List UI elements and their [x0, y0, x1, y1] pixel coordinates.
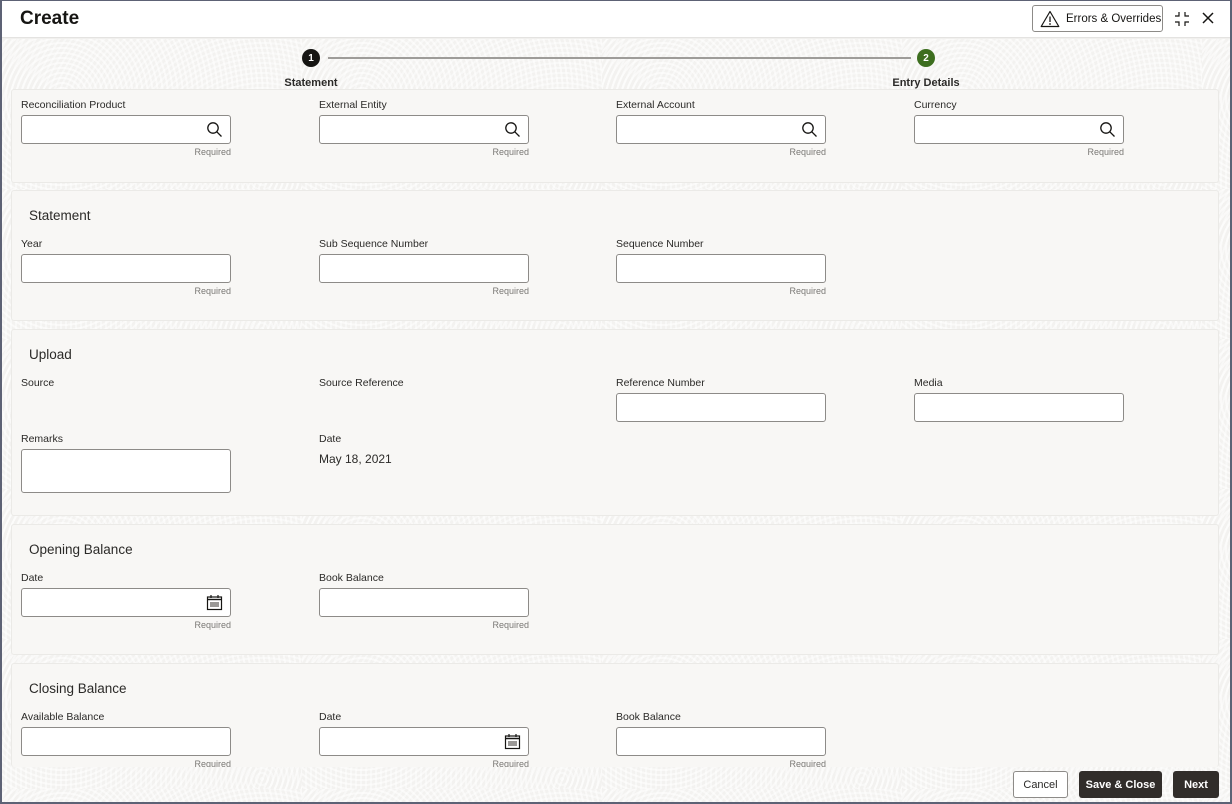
media-input[interactable]	[914, 393, 1124, 422]
step-train: 1 2 Statement Entry Details	[2, 39, 1230, 95]
section-title: Upload	[29, 347, 72, 362]
statement-section: Statement Year Required Sub Sequence Num…	[11, 190, 1219, 321]
section-title: Statement	[29, 208, 91, 223]
required-hint: Required	[194, 147, 231, 157]
dialog-title: Create	[20, 8, 80, 29]
required-hint: Required	[1087, 147, 1124, 157]
next-button[interactable]: Next	[1173, 771, 1219, 798]
field-label: Source Reference	[319, 377, 404, 389]
train-connector	[328, 57, 911, 59]
required-hint: Required	[492, 759, 529, 767]
field-label: Media	[914, 377, 943, 389]
step-2-indicator[interactable]: 2	[917, 49, 935, 67]
step-1-label[interactable]: Statement	[251, 77, 371, 89]
field-label: Book Balance	[616, 711, 681, 723]
available-balance-field: Available Balance Required	[21, 710, 232, 767]
reconciliation-product-field: Reconciliation Product Required	[21, 98, 232, 157]
step-2-label[interactable]: Entry Details	[866, 77, 986, 89]
opening-balance-section: Opening Balance Date Required Book Balan…	[11, 524, 1219, 655]
section-title: Closing Balance	[29, 681, 127, 696]
required-hint: Required	[492, 620, 529, 630]
reference-number-input[interactable]	[616, 393, 826, 422]
sub-sequence-number-input[interactable]	[319, 254, 529, 283]
reconciliation-product-input[interactable]	[21, 115, 231, 144]
remarks-field: Remarks	[21, 432, 232, 493]
field-label: Sub Sequence Number	[319, 238, 429, 250]
external-account-field: External Account Required	[616, 98, 827, 157]
field-label: Date	[319, 433, 342, 445]
upload-date-field: Date May 18, 2021	[319, 432, 530, 466]
cancel-button[interactable]: Cancel	[1013, 771, 1068, 798]
required-hint: Required	[789, 759, 826, 767]
external-entity-input[interactable]	[319, 115, 529, 144]
currency-field: Currency Required	[914, 98, 1125, 157]
sequence-number-input[interactable]	[616, 254, 826, 283]
closing-date-input[interactable]	[319, 727, 529, 756]
calendar-icon[interactable]	[206, 594, 223, 611]
required-hint: Required	[492, 147, 529, 157]
field-label: Remarks	[21, 433, 64, 445]
required-hint: Required	[492, 286, 529, 296]
remarks-textarea[interactable]	[21, 449, 231, 493]
currency-input[interactable]	[914, 115, 1124, 144]
errors-overrides-button[interactable]: Errors & Overrides	[1032, 5, 1163, 32]
search-icon[interactable]	[1099, 121, 1116, 138]
section-title: Opening Balance	[29, 542, 133, 557]
field-label: Year	[21, 238, 43, 250]
calendar-icon[interactable]	[504, 733, 521, 750]
external-entity-field: External Entity Required	[319, 98, 530, 157]
media-field: Media	[914, 376, 1125, 422]
create-dialog: Create Errors & Overrides 1 2 Statement …	[2, 1, 1230, 802]
field-label: Source	[21, 377, 55, 389]
minimize-icon[interactable]	[1173, 10, 1191, 28]
product-section: Reconciliation Product Required External…	[11, 89, 1219, 183]
step-1-indicator[interactable]: 1	[302, 49, 320, 67]
field-label: Currency	[914, 99, 957, 111]
field-label: Date	[21, 572, 44, 584]
upload-date-value: May 18, 2021	[319, 452, 392, 466]
required-hint: Required	[194, 286, 231, 296]
closing-book-balance-field: Book Balance Required	[616, 710, 827, 767]
source-field: Source	[21, 376, 232, 390]
external-account-input[interactable]	[616, 115, 826, 144]
required-hint: Required	[194, 759, 231, 767]
year-input[interactable]	[21, 254, 231, 283]
required-hint: Required	[194, 620, 231, 630]
field-label: Reference Number	[616, 377, 705, 389]
closing-book-balance-input[interactable]	[616, 727, 826, 756]
dialog-header: Create Errors & Overrides	[2, 1, 1230, 38]
source-reference-field: Source Reference	[319, 376, 530, 390]
field-label: Reconciliation Product	[21, 99, 126, 111]
search-icon[interactable]	[206, 121, 223, 138]
save-close-button[interactable]: Save & Close	[1079, 771, 1162, 798]
reference-number-field: Reference Number	[616, 376, 827, 422]
field-label: Available Balance	[21, 711, 105, 723]
search-icon[interactable]	[504, 121, 521, 138]
close-icon[interactable]	[1200, 10, 1216, 26]
opening-book-balance-input[interactable]	[319, 588, 529, 617]
opening-book-balance-field: Book Balance Required	[319, 571, 530, 630]
opening-date-field: Date Required	[21, 571, 232, 630]
opening-date-input[interactable]	[21, 588, 231, 617]
required-hint: Required	[789, 286, 826, 296]
closing-balance-section: Closing Balance Available Balance Requir…	[11, 663, 1219, 767]
available-balance-input[interactable]	[21, 727, 231, 756]
errors-overrides-label: Errors & Overrides	[1066, 12, 1162, 25]
field-label: Date	[319, 711, 342, 723]
field-label: External Entity	[319, 99, 387, 111]
search-icon[interactable]	[801, 121, 818, 138]
sequence-number-field: Sequence Number Required	[616, 237, 827, 296]
field-label: Sequence Number	[616, 238, 704, 250]
upload-section: Upload Source Source Reference Reference…	[11, 329, 1219, 516]
field-label: External Account	[616, 99, 695, 111]
year-field: Year Required	[21, 237, 232, 296]
sub-sequence-number-field: Sub Sequence Number Required	[319, 237, 530, 296]
closing-date-field: Date Required	[319, 710, 530, 767]
field-label: Book Balance	[319, 572, 384, 584]
warning-icon	[1040, 10, 1060, 27]
required-hint: Required	[789, 147, 826, 157]
